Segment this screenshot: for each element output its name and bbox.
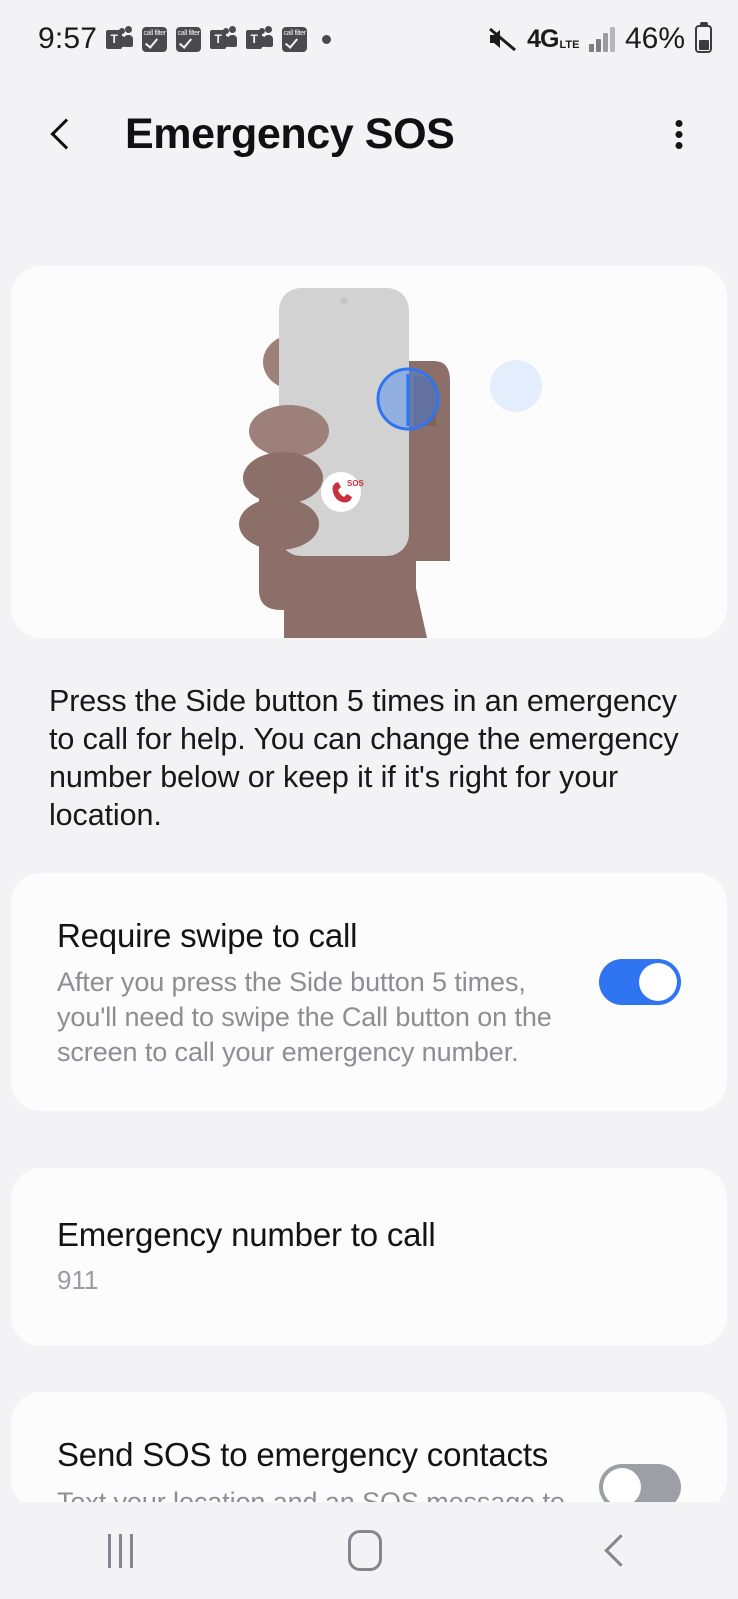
battery-icon [695, 25, 712, 53]
teams-icon-head [265, 25, 273, 33]
call-filter-icon-label: call filter [143, 29, 167, 37]
back-chevron-icon[interactable] [44, 117, 78, 151]
hint-dot-icon [490, 360, 542, 412]
page-title: Emergency SOS [125, 109, 455, 158]
call-filter-icon-label: call filter [177, 29, 201, 37]
send-sos-toggle[interactable] [599, 1464, 681, 1502]
setting-title: Send SOS to emergency contacts [57, 1436, 549, 1474]
network-suffix-label: LTE [559, 38, 580, 51]
setting-send-sos-to-emergency-contacts[interactable]: Send SOS to emergency contacts Text your… [11, 1392, 727, 1502]
status-bar-clock: 9:57 [38, 22, 98, 55]
status-bar-right: 4G LTE 46% [487, 22, 712, 56]
battery-percent-label: 46% [624, 22, 685, 55]
network-type-icon: 4G LTE [527, 25, 579, 54]
emergency-sos-screen: 9:57 T call filter call filter T T call … [0, 0, 738, 1599]
setting-text-block: Send SOS to emergency contacts Text your… [57, 1436, 577, 1502]
setting-require-swipe-to-call[interactable]: Require swipe to call After you press th… [11, 872, 727, 1112]
toggle-knob [639, 962, 677, 1001]
require-swipe-toggle[interactable] [599, 958, 681, 1005]
status-bar-left: 9:57 T call filter call filter T T call … [38, 22, 332, 56]
nav-back-icon[interactable] [597, 1534, 631, 1568]
setting-subtitle: After you press the Side button 5 times,… [57, 967, 552, 1067]
network-type-label: 4G [527, 24, 559, 53]
hand-holding-phone-illustration: SOS [239, 288, 542, 638]
teams-icon-head [229, 25, 237, 33]
teams-icon-body [264, 34, 274, 47]
teams-icon-body [118, 35, 126, 47]
teams-icon-body [124, 34, 134, 47]
setting-subtitle: Text your location and an SOS message to… [57, 1486, 565, 1502]
home-icon[interactable] [347, 1530, 382, 1571]
call-filter-icon-check [285, 34, 299, 49]
teams-icon-head [223, 27, 230, 34]
status-bar: 9:57 T call filter call filter T T call … [0, 0, 738, 78]
emergency-number-value: 911 [57, 1265, 99, 1296]
teams-icon-head [119, 27, 126, 34]
call-filter-icon: call filter [176, 26, 202, 52]
description-text: Press the Side button 5 times in an emer… [49, 684, 679, 833]
setting-text-block: Require swipe to call After you press th… [57, 917, 577, 1070]
teams-icon-body [222, 35, 230, 47]
signal-bars-icon [589, 26, 615, 52]
dot-icon [322, 34, 332, 44]
call-filter-icon-check [145, 34, 159, 49]
teams-icon-body [228, 34, 238, 47]
sos-badge-label: SOS [347, 479, 365, 488]
more-options-icon[interactable] [662, 117, 696, 151]
illustration-card: SOS [11, 266, 727, 638]
call-filter-icon-check [179, 34, 193, 49]
call-filter-icon-label: call filter [283, 29, 307, 37]
recents-icon[interactable] [107, 1533, 133, 1568]
setting-title: Emergency number to call [57, 1216, 436, 1254]
app-bar: Emergency SOS [0, 78, 738, 190]
teams-icon: T [210, 25, 238, 53]
settings-content: SOS Press the Side button 5 times in an … [0, 190, 738, 1502]
speaker-mute-icon [487, 25, 517, 53]
navigation-bar [0, 1502, 738, 1599]
teams-icon-body [258, 35, 266, 47]
setting-title: Require swipe to call [57, 916, 358, 954]
setting-emergency-number-to-call[interactable]: Emergency number to call 911 [11, 1168, 727, 1347]
teams-icon-head [259, 27, 266, 34]
toggle-knob [603, 1468, 641, 1502]
sos-call-badge-icon [321, 472, 361, 512]
teams-icon: T [106, 25, 134, 53]
call-filter-icon: call filter [282, 26, 308, 52]
teams-icon: T [246, 25, 274, 53]
call-filter-icon: call filter [142, 26, 168, 52]
teams-icon-head [125, 25, 133, 33]
